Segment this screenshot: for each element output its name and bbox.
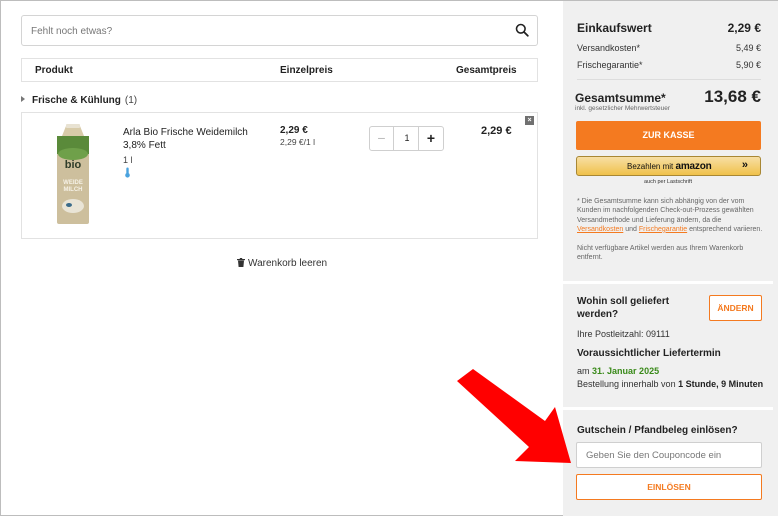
unavailable-items-note: Nicht verfügbare Artikel werden aus Ihre… [577,245,744,262]
quantity-stepper: − 1 + [369,126,444,151]
redeem-coupon-button[interactable]: EINLÖSEN [576,474,762,500]
increase-quantity-button[interactable]: + [418,127,443,150]
delivery-date: am 31. Januar 2025 [577,366,660,376]
freshness-value: 5,90 € [735,60,761,70]
search-input[interactable] [31,23,501,39]
total-disclaimer: * Die Gesamtsumme kann sich abhängig von… [577,198,763,233]
shipping-value: 5,49 € [735,43,761,53]
cart-table-header: Produkt Einzelpreis Gesamtpreis [21,58,538,82]
delivery-date-value: 31. Januar 2025 [592,366,660,376]
svg-text:MILCH: MILCH [64,187,83,193]
decrease-quantity-button[interactable]: − [370,127,394,150]
subtotal-label: Einkaufswert [577,21,652,35]
amazon-pay-button[interactable]: Bezahlen mit amazon » [576,156,761,176]
svg-text:bio: bio [65,159,82,171]
total-label: Gesamtsumme* [575,91,666,105]
summary-box: Einkaufswert 2,29 € Versandkosten* 5,49 … [563,1,773,281]
category-name: Frische & Kühlung [32,95,121,106]
order-deadline-value: 1 Stunde, 9 Minuten [678,379,764,389]
remove-item-button[interactable]: × [525,116,534,125]
postcode-text: Ihre Postleitzahl: 09111 [577,329,670,339]
coupon-field [576,442,762,468]
order-deadline: Bestellung innerhalb von 1 Stunde, 9 Min… [577,379,764,389]
double-chevron-right-icon: » [741,159,748,171]
header-unit-price: Einzelpreis [280,65,333,76]
product-name-link[interactable]: Arla Bio Frische Weidemilch 3,8% Fett [123,126,258,152]
search-bar [21,15,538,46]
amazon-logo: amazon [675,161,712,172]
section-divider [563,281,773,284]
unit-price: 2,29 € [280,125,308,136]
amazon-pay-subtext: auch per Lastschrift [644,179,692,185]
delivery-date-title: Voraussichtlicher Liefertermin [577,348,721,359]
amazon-pay-text: Bezahlen mit amazon [627,161,712,172]
delivery-title: Wohin soll geliefert werden? [577,296,670,320]
category-count: (1) [124,95,138,106]
clear-cart-label: Warenkorb leeren [248,258,328,269]
subtotal-value: 2,29 € [727,21,761,35]
total-tax-note: inkl. gesetzlicher Mehrwertsteuer [575,105,671,112]
total-value: 13,68 € [704,87,761,106]
trash-icon [237,258,245,267]
coupon-input[interactable] [586,449,751,462]
freshness-guarantee-link[interactable]: Frischegarantie [639,226,687,233]
red-arrow-annotation [457,369,571,463]
product-image[interactable]: bio WEIDE MILCH [56,124,90,225]
header-product: Produkt [35,65,73,76]
header-total-price: Gesamtpreis [456,65,517,76]
product-unit: 1 l [123,155,133,165]
clear-cart-link[interactable]: Warenkorb leeren [237,258,327,269]
item-total-price: 2,29 € [481,125,512,137]
freshness-label: Frischegarantie* [577,60,643,70]
svg-text:WEIDE: WEIDE [63,180,83,186]
caret-right-icon [21,96,25,102]
quantity-value[interactable]: 1 [394,127,420,150]
checkout-button[interactable]: ZUR KASSE [576,121,761,150]
section-divider [563,407,773,410]
change-postcode-button[interactable]: ÄNDERN [709,295,762,321]
coupon-title: Gutschein / Pfandbeleg einlösen? [577,425,738,436]
cart-item: bio WEIDE MILCH Arla Bio Frische Weidemi… [21,112,538,239]
shipping-label: Versandkosten* [577,43,641,53]
thermometer-icon [125,167,130,178]
order-summary-sidebar: Einkaufswert 2,29 € Versandkosten* 5,49 … [563,1,778,516]
shipping-costs-link[interactable]: Versandkosten [577,226,623,233]
category-toggle[interactable]: Frische & Kühlung (1) [21,95,137,106]
search-icon[interactable] [515,23,529,37]
base-price: 2,29 €/1 l [280,137,315,147]
summary-divider [577,79,761,80]
